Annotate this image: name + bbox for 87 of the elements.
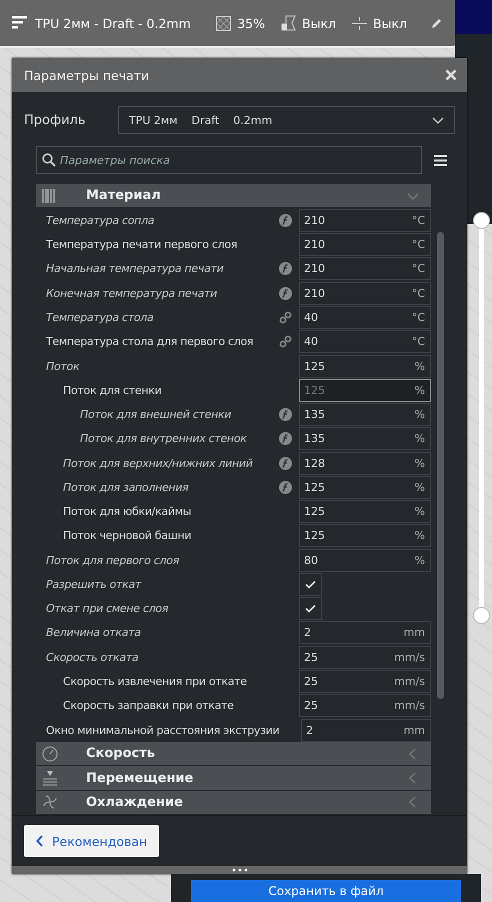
- category-header[interactable]: Перемещение: [36, 766, 431, 790]
- resize-handle[interactable]: [12, 866, 467, 874]
- profile-label: Профиль: [24, 112, 87, 128]
- number-field[interactable]: 25 mm/s: [299, 646, 431, 669]
- setting-label: Температура печати первого слоя: [45, 238, 238, 252]
- link-icon[interactable]: [278, 310, 292, 324]
- adhesion-layers-icon: [352, 16, 368, 30]
- number-field[interactable]: 80 %: [299, 548, 431, 572]
- number-field[interactable]: 210 °C: [299, 257, 431, 280]
- link-icon[interactable]: [278, 335, 292, 348]
- setting-label: Поток черновой башни: [62, 529, 192, 542]
- setting-label: Поток для заполнения: [62, 480, 190, 494]
- setting-label: Температура стола для первого слоя: [45, 335, 254, 348]
- checkmark-icon: [305, 604, 316, 614]
- setting-label: Поток для внутренних стенок: [79, 432, 248, 446]
- setting-label: Откат при смене слоя: [45, 602, 170, 616]
- category-header[interactable]: Охлаждение: [36, 790, 431, 814]
- setting-label: Поток для первого слоя: [45, 554, 180, 567]
- setting-label: Конечная температура печати: [45, 286, 218, 300]
- function-icon[interactable]: [278, 262, 292, 276]
- category-header[interactable]: Скорость: [36, 742, 431, 766]
- checkbox[interactable]: [299, 597, 322, 620]
- number-field[interactable]: 135 %: [299, 403, 431, 426]
- infill-pattern-icon: [216, 16, 232, 30]
- number-field[interactable]: 210 °C: [299, 233, 431, 256]
- number-field[interactable]: 125 %: [299, 354, 431, 378]
- nozzle-layers-icon: [42, 770, 58, 786]
- support-value: Выкл: [302, 16, 336, 30]
- number-field[interactable]: 40 °C: [299, 330, 431, 354]
- setting-label: Температура сопла: [45, 214, 156, 227]
- chevron-down-icon: [432, 116, 444, 124]
- number-field[interactable]: 210 °C: [299, 208, 431, 232]
- profile-text: TPU 2мм - Draft - 0.2mm: [35, 16, 191, 30]
- setting-label: Поток: [45, 360, 80, 373]
- setting-label: Поток для верхних/нижних линий: [62, 456, 254, 470]
- save-button[interactable]: Сохранить в файл: [191, 880, 461, 902]
- setting-label: Поток для стенки: [62, 384, 162, 397]
- setting-label: Скорость отката: [45, 650, 140, 664]
- checkmark-icon: [305, 580, 316, 589]
- profile-lines-icon: [12, 16, 27, 30]
- number-field[interactable]: 125 %: [299, 378, 431, 402]
- number-field[interactable]: 25 mm/s: [299, 694, 431, 718]
- setting-label: Окно минимальной расстояния экструзии: [45, 724, 280, 736]
- setting-label: Поток для внешней стенки: [79, 408, 232, 422]
- slider-handle[interactable]: [473, 212, 490, 229]
- search-field[interactable]: Параметры поиска: [36, 146, 422, 174]
- function-icon[interactable]: [278, 456, 292, 470]
- number-field[interactable]: 125 %: [299, 524, 431, 548]
- setting-label: Разрешить откат: [45, 578, 142, 591]
- infill-value: 35%: [237, 16, 266, 30]
- number-field[interactable]: 135 %: [299, 427, 431, 450]
- function-icon[interactable]: [278, 432, 292, 446]
- function-icon[interactable]: [278, 214, 292, 227]
- category-header[interactable]: Материал: [36, 184, 431, 208]
- setting-label: Величина отката: [45, 626, 142, 640]
- setting-label: Поток для юбки/каймы: [62, 505, 192, 518]
- function-icon[interactable]: [278, 286, 292, 300]
- gauge-icon: [42, 746, 58, 762]
- print-setup-bar[interactable]: TPU 2мм - Draft - 0.2mm 35% Выкл Выкл: [0, 0, 455, 48]
- number-field[interactable]: 125 %: [299, 476, 431, 499]
- setting-label: Начальная температура печати: [45, 262, 224, 276]
- slider-handle[interactable]: [473, 607, 490, 624]
- search-icon: [42, 153, 56, 167]
- menu-icon[interactable]: [434, 154, 447, 166]
- number-field[interactable]: 210 °C: [299, 282, 431, 305]
- function-icon[interactable]: [278, 408, 292, 422]
- adhesion-value: Выкл: [373, 16, 407, 30]
- setting-label: Скорость извлечения при откате: [62, 674, 248, 688]
- fan-icon: [42, 794, 58, 810]
- panel-title: Параметры печати: [24, 68, 150, 82]
- support-shape-icon: [281, 15, 296, 31]
- setting-label: Температура стола: [45, 310, 154, 324]
- number-field[interactable]: 2 mm: [299, 621, 431, 644]
- number-field[interactable]: 40 °C: [299, 306, 431, 329]
- barcode-stripes-icon: [42, 188, 56, 204]
- function-icon[interactable]: [278, 480, 292, 494]
- number-field[interactable]: 2 mm: [301, 718, 431, 742]
- chevron-left-icon: [36, 835, 44, 847]
- checkbox[interactable]: [299, 572, 322, 596]
- number-field[interactable]: 128 %: [299, 452, 431, 475]
- recommended-button[interactable]: Рекомендован: [24, 825, 160, 857]
- number-field[interactable]: 25 mm/s: [299, 670, 431, 693]
- pencil-icon[interactable]: [431, 17, 443, 29]
- profile-dropdown[interactable]: TPU 2мм Draft 0.2mm: [118, 106, 455, 134]
- setting-label: Скорость заправки при откате: [62, 699, 235, 712]
- number-field[interactable]: 125 %: [299, 500, 431, 524]
- scrollbar-thumb[interactable]: [437, 232, 444, 699]
